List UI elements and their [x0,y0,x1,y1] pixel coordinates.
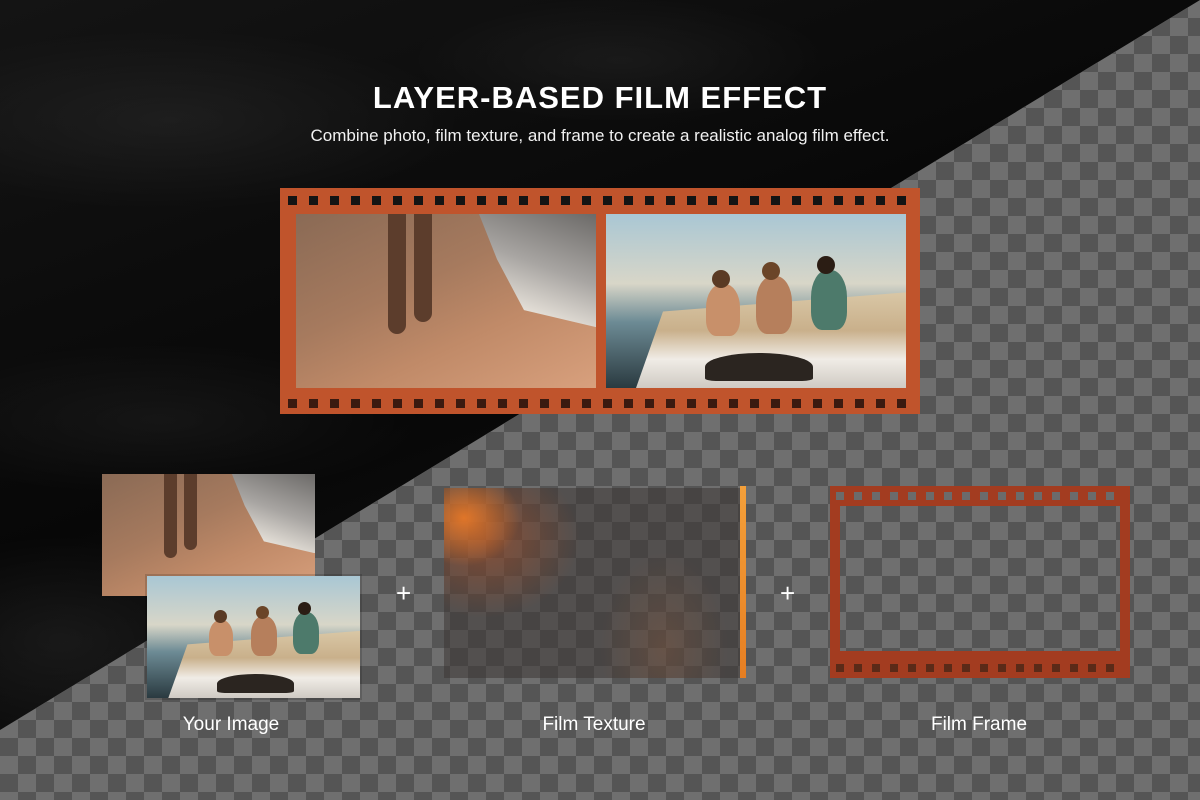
person-1 [209,610,233,656]
ocean-wave [479,214,596,328]
film-frame-beach-photo [296,214,596,388]
person-1 [706,270,740,336]
leg-right [414,214,432,322]
person-3 [811,256,847,330]
film-frame-label: Film Frame [930,714,1028,735]
boat-photo [606,214,906,388]
person-2 [756,262,792,334]
leg-left [164,474,177,558]
film-perforations-top [288,196,912,205]
film-frame-boat-photo [606,214,906,388]
film-frame-perforations-bottom [836,664,1124,672]
boat-hatch [705,353,813,382]
plus-icon: + [396,578,412,608]
leg-left [388,214,406,334]
boat-hatch [217,673,294,694]
film-perforations-bottom [288,399,912,408]
film-frame-perforations-top [836,492,1124,500]
your-image-label: Your Image [182,714,280,735]
leg-right [184,474,197,550]
ocean-wave [231,474,315,554]
person-2 [251,606,277,656]
film-texture-label: Film Texture [542,714,646,735]
page-title: LAYER-BASED FILM EFFECT [372,80,828,115]
film-frame-border [830,486,1130,678]
film-strip-composite [280,188,920,414]
film-texture-layer [444,488,740,678]
person-3 [293,602,319,654]
boat-photo-thumb [147,576,360,698]
page-subtitle: Combine photo, film texture, and frame t… [310,126,890,145]
plus-icon: + [780,578,796,608]
beach-photo [296,214,596,388]
your-image-boat [147,576,360,698]
film-frame-layer [830,486,1130,678]
film-texture-light-leak [740,486,746,678]
